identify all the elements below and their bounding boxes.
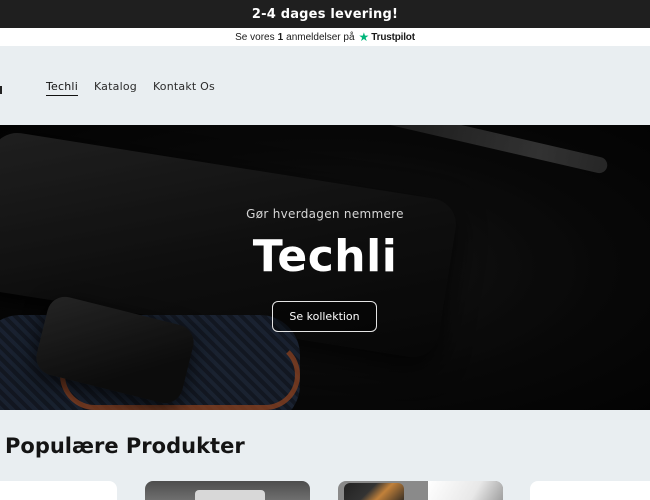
nav-link-home[interactable]: Techli bbox=[46, 80, 78, 96]
nav-link-catalog[interactable]: Katalog bbox=[94, 80, 137, 96]
trustpilot-suffix: anmeldelser på bbox=[286, 31, 355, 43]
site-header: Techli Katalog Kontakt Os bbox=[0, 46, 650, 125]
trustpilot-prefix: Se vores bbox=[235, 31, 275, 43]
product-card[interactable] bbox=[0, 481, 117, 500]
review-count: 1 bbox=[277, 31, 284, 43]
hero-subtitle: Gør hverdagen nemmere bbox=[246, 207, 404, 221]
main-nav: Techli Katalog Kontakt Os bbox=[46, 80, 215, 96]
product-image bbox=[344, 483, 404, 500]
product-card[interactable] bbox=[338, 481, 503, 500]
popular-products-heading: Populære Produkter bbox=[5, 434, 245, 458]
product-card[interactable] bbox=[530, 481, 650, 500]
nav-link-contact[interactable]: Kontakt Os bbox=[153, 80, 215, 96]
hero-title: Techli bbox=[252, 231, 398, 282]
trustpilot-star-icon: ★ bbox=[358, 30, 370, 44]
see-collection-button[interactable]: Se kollektion bbox=[272, 301, 377, 332]
announcement-bar: 2-4 dages levering! bbox=[0, 0, 650, 28]
product-image bbox=[195, 490, 265, 500]
trustpilot-banner[interactable]: Se vores 1 anmeldelser på ★ Trustpilot bbox=[0, 28, 650, 46]
announcement-text: 2-4 dages levering! bbox=[251, 6, 399, 22]
logo-fragment[interactable] bbox=[0, 86, 2, 94]
product-card[interactable] bbox=[145, 481, 310, 500]
hero-banner: Gør hverdagen nemmere Techli Se kollekti… bbox=[0, 125, 650, 410]
product-image-highlight bbox=[428, 481, 503, 500]
trustpilot-logo[interactable]: Trustpilot bbox=[371, 32, 415, 43]
